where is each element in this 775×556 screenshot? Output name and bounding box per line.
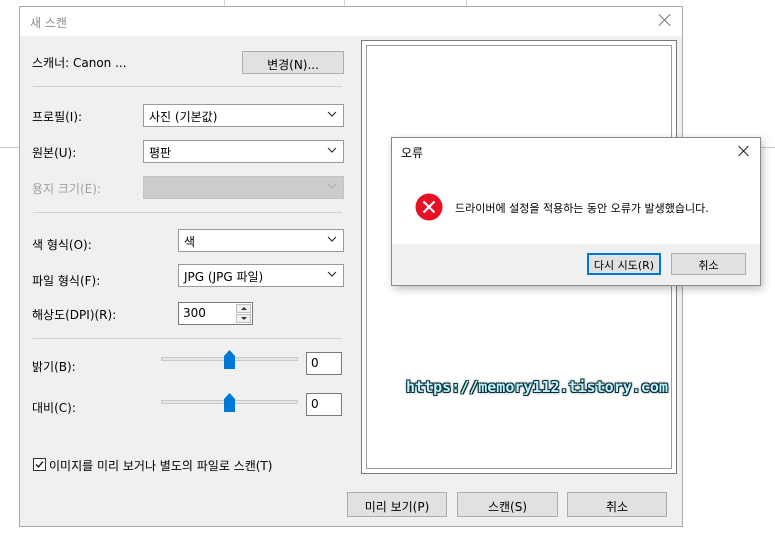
- color-format-value: 색: [184, 235, 196, 249]
- background-line-right: [761, 147, 775, 148]
- close-icon[interactable]: [737, 144, 751, 158]
- watermark-text: https://memory112.tistory.com: [406, 378, 668, 396]
- file-type-label: 파일 형식(F):: [32, 274, 101, 288]
- title-bar: 새 스캔: [20, 7, 682, 36]
- scanner-label: 스캐너: Canon ...: [32, 56, 127, 70]
- source-select[interactable]: 평판: [143, 140, 344, 163]
- contrast-value: 0: [311, 397, 319, 411]
- spin-up-icon[interactable]: [236, 304, 251, 313]
- preview-button[interactable]: 미리 보기(P): [347, 492, 447, 517]
- error-message: 드라이버에 설정을 적용하는 동안 오류가 발생했습니다.: [455, 202, 709, 215]
- resolution-label: 해상도(DPI)(R):: [32, 308, 117, 322]
- resolution-value: 300: [183, 306, 206, 320]
- resolution-spinner[interactable]: 300: [178, 302, 253, 325]
- chevron-down-icon: [327, 183, 337, 189]
- error-cancel-button[interactable]: 취소: [671, 253, 746, 275]
- file-type-select[interactable]: JPG (JPG 파일): [178, 264, 344, 287]
- source-value: 평판: [149, 146, 172, 160]
- divider: [33, 338, 342, 339]
- paper-size-select: [143, 176, 344, 199]
- brightness-slider-thumb[interactable]: [224, 350, 235, 369]
- dialog-title: 새 스캔: [30, 16, 67, 30]
- chevron-down-icon: [327, 271, 337, 277]
- preview-checkbox-label[interactable]: 이미지를 미리 보거나 별도의 파일로 스캔(T): [49, 457, 272, 474]
- retry-button[interactable]: 다시 시도(R): [587, 253, 661, 275]
- color-format-select[interactable]: 색: [178, 229, 344, 252]
- spin-down-icon[interactable]: [236, 314, 251, 323]
- contrast-slider-thumb[interactable]: [224, 393, 235, 412]
- checkmark-icon: [35, 461, 44, 469]
- profile-value: 사진 (기본값): [149, 110, 218, 124]
- background-line-left: [0, 147, 19, 148]
- brightness-value-box[interactable]: 0: [306, 352, 342, 375]
- profile-select[interactable]: 사진 (기본값): [143, 104, 344, 127]
- brightness-label: 밝기(B):: [32, 360, 76, 374]
- error-dialog-footer: 다시 시도(R) 취소: [392, 244, 760, 285]
- cancel-button[interactable]: 취소: [567, 492, 667, 517]
- color-format-label: 색 형식(O):: [32, 238, 92, 252]
- error-icon: [415, 193, 443, 221]
- divider: [33, 86, 342, 87]
- divider: [33, 212, 342, 213]
- chevron-down-icon: [327, 147, 337, 153]
- contrast-label: 대비(C):: [32, 401, 76, 415]
- source-label: 원본(U):: [32, 146, 77, 160]
- brightness-value: 0: [311, 356, 319, 370]
- file-type-value: JPG (JPG 파일): [184, 270, 264, 284]
- chevron-down-icon: [327, 111, 337, 117]
- preview-checkbox[interactable]: [33, 458, 46, 471]
- paper-size-label: 용지 크기(E):: [32, 182, 101, 196]
- scan-button[interactable]: 스캔(S): [457, 492, 558, 517]
- contrast-value-box[interactable]: 0: [306, 393, 342, 416]
- chevron-down-icon: [327, 236, 337, 242]
- error-dialog-title: 오류: [401, 146, 424, 160]
- error-dialog: 오류 드라이버에 설정을 적용하는 동안 오류가 발생했습니다. 다시 시도(R…: [391, 137, 761, 286]
- change-scanner-button[interactable]: 변경(N)...: [242, 51, 344, 74]
- profile-label: 프로필(I):: [32, 110, 83, 124]
- close-icon[interactable]: [656, 11, 674, 29]
